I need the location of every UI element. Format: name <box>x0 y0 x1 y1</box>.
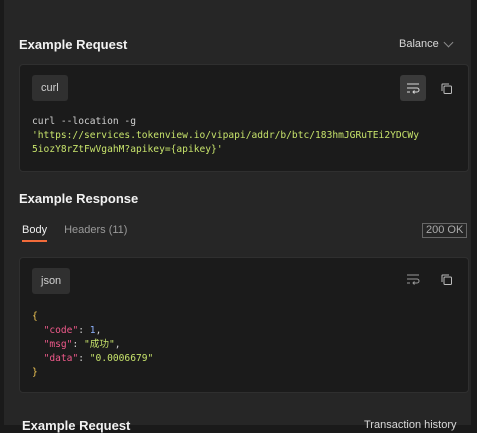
code-line-url-1: 'https://services.tokenview.io/vipapi/ad… <box>32 130 419 141</box>
copy-icon <box>441 274 452 285</box>
wrap-lines-button[interactable] <box>400 75 426 101</box>
request-dropdown-label: Balance <box>399 38 439 50</box>
json-key-code: "code" <box>43 325 79 336</box>
next-section-title: Example Request <box>22 418 131 433</box>
copy-button[interactable] <box>433 266 459 292</box>
chevron-down-icon <box>443 37 454 48</box>
json-close-brace: } <box>32 367 38 378</box>
request-section-title: Example Request <box>19 37 128 52</box>
json-key-msg: "msg" <box>43 339 73 350</box>
wrap-icon <box>407 83 420 94</box>
response-language-chip: json <box>32 268 71 294</box>
wrap-icon <box>407 274 420 285</box>
tab-headers[interactable]: Headers (11) <box>64 224 127 236</box>
response-tabs: Body Headers (11) <box>22 224 127 242</box>
code-line-url-2: 5iozY8rZtFwVgahM?apikey={apikey}' <box>32 144 223 155</box>
request-code: curl --location -g 'https://services.tok… <box>32 115 419 157</box>
json-value-msg: "成功" <box>84 339 115 350</box>
code-line-command: curl --location -g <box>32 116 136 127</box>
copy-icon <box>441 83 452 94</box>
json-value-code: 1 <box>89 325 96 336</box>
response-json: { "code": 1, "msg": "成功", "data": "0.000… <box>32 311 154 378</box>
json-value-data: "0.0006679" <box>89 353 154 364</box>
json-key-data: "data" <box>43 353 79 364</box>
response-section-title: Example Response <box>19 191 139 206</box>
next-section-dropdown[interactable]: Transaction history <box>364 419 457 431</box>
response-code-block: json { "code": 1, "msg": "成功", "data": "… <box>19 257 469 393</box>
request-language-chip: curl <box>32 75 68 101</box>
request-example-dropdown[interactable]: Balance <box>399 37 454 50</box>
copy-button[interactable] <box>433 75 459 101</box>
status-badge: 200 OK <box>422 223 468 238</box>
wrap-lines-button[interactable] <box>400 266 426 292</box>
request-code-block: curl curl --location -g 'https://service… <box>19 64 469 172</box>
json-open-brace: { <box>32 311 38 322</box>
tab-body[interactable]: Body <box>22 224 48 242</box>
docs-panel: Example Request Balance curl curl --loca… <box>4 0 471 433</box>
